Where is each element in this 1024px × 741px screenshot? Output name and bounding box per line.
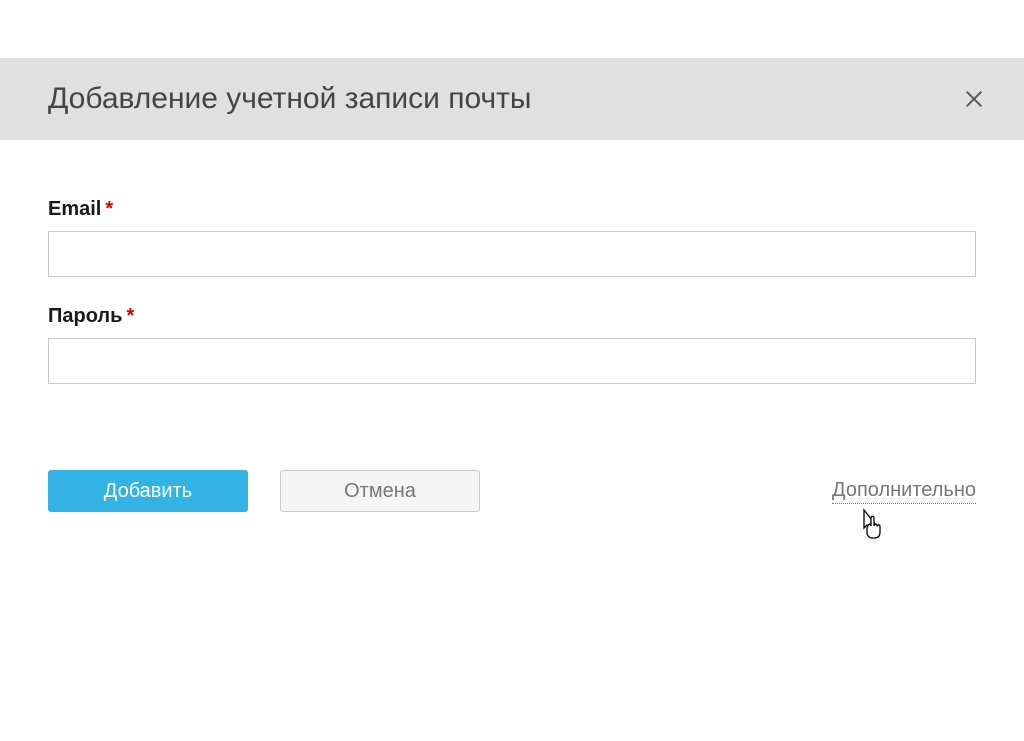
add-button[interactable]: Добавить	[48, 470, 248, 512]
advanced-link[interactable]: Дополнительно	[832, 479, 976, 504]
email-label: Email*	[48, 198, 976, 221]
close-button[interactable]	[960, 85, 988, 113]
dialog-title: Добавление учетной записи почты	[48, 82, 531, 116]
dialog-header: Добавление учетной записи почты	[0, 58, 1024, 140]
email-input[interactable]	[48, 231, 976, 277]
dialog-body: Email* Пароль*	[0, 140, 1024, 384]
dialog-footer: Добавить Отмена Дополнительно	[0, 412, 1024, 512]
add-email-account-dialog: Добавление учетной записи почты Email* П…	[0, 58, 1024, 512]
required-asterisk: *	[105, 198, 113, 220]
password-input[interactable]	[48, 338, 976, 384]
cancel-button[interactable]: Отмена	[280, 470, 480, 512]
pointer-cursor-icon	[856, 508, 884, 545]
email-label-text: Email	[48, 198, 101, 220]
password-group: Пароль*	[48, 305, 976, 384]
password-label-text: Пароль	[48, 305, 122, 327]
close-icon	[963, 88, 985, 110]
password-label: Пароль*	[48, 305, 976, 328]
required-asterisk: *	[126, 305, 134, 327]
email-group: Email*	[48, 198, 976, 277]
